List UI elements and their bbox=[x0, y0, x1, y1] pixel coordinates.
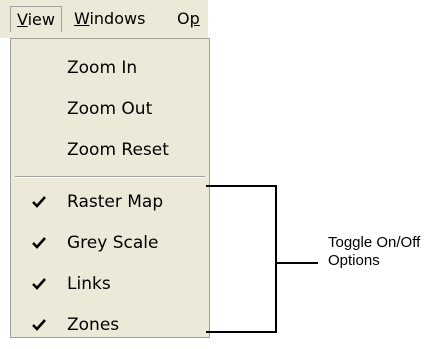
annotation-text: Toggle On/Off Options bbox=[328, 234, 420, 270]
annotation-line-1: Toggle On/Off bbox=[328, 234, 421, 251]
annotation-line-2: Options bbox=[328, 252, 380, 269]
annotation-bracket bbox=[206, 185, 318, 333]
